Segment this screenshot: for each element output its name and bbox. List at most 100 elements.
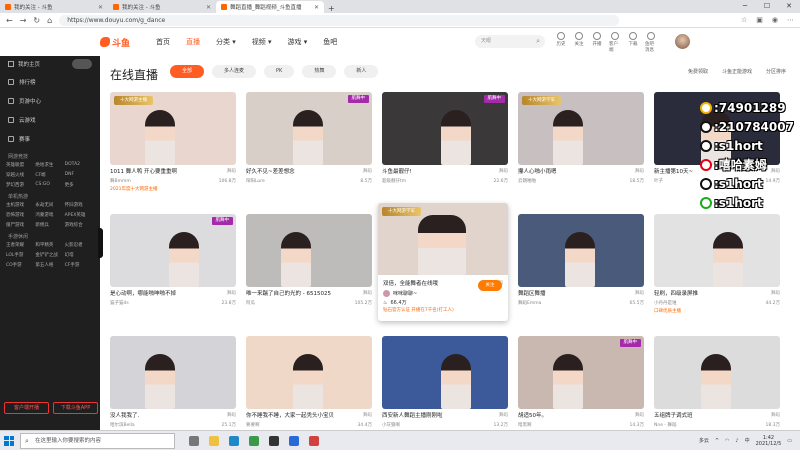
stream-title[interactable]: 攥人心啪小雨嗯 xyxy=(518,166,557,177)
stream-thumbnail[interactable] xyxy=(518,214,644,287)
sidebar-item-cloudgame[interactable]: 云游戏 xyxy=(0,110,100,129)
history-icon[interactable]: 历史 xyxy=(555,32,567,53)
sidebar-category-link[interactable]: 梦幻西游 xyxy=(6,182,35,188)
filter-chip[interactable]: 全部 xyxy=(170,65,205,78)
client-live-button[interactable]: 客户端开播 xyxy=(4,402,49,414)
download-app-button[interactable]: 下载斗鱼APP xyxy=(53,402,98,414)
sidebar-item-rank[interactable]: 排行榜 xyxy=(0,72,100,91)
task-icon[interactable]: 客户端 xyxy=(609,32,621,53)
sidebar-category-link[interactable]: 和平精英 xyxy=(35,242,64,248)
anchor-name[interactable]: 云朗啪啪 xyxy=(518,177,536,186)
sidebar-category-link[interactable]: 僵尸游戏 xyxy=(6,222,35,228)
follow-icon[interactable]: 关注 xyxy=(573,32,585,53)
positive-game-link[interactable]: 斗鱼正能游戏 xyxy=(722,68,752,75)
sidebar-category-link[interactable]: DNF xyxy=(65,172,94,178)
anchor-name[interactable]: 哈尔滨Bella xyxy=(110,421,135,430)
sidebar-category-link[interactable]: LOL手游 xyxy=(6,252,35,258)
sidebar-section-title[interactable]: 单机热游 xyxy=(0,191,100,202)
windows-start-icon[interactable] xyxy=(4,435,14,446)
browser-tab[interactable]: 我的关注 - 斗鱼 ✕ xyxy=(108,1,216,13)
sidebar-category-link[interactable]: 主机游戏 xyxy=(6,202,35,208)
anchor-name[interactable]: 舞Bmmm xyxy=(110,177,131,186)
sidebar-category-link[interactable]: 幻塔 xyxy=(65,252,94,258)
weather-text[interactable]: 多云 xyxy=(699,437,709,444)
anchor-name[interactable]: 阿瓜 xyxy=(246,299,255,308)
nav-home[interactable]: 首页 xyxy=(156,37,170,47)
obs-icon[interactable] xyxy=(269,435,279,446)
clock[interactable]: 1:42 2021/12/5 xyxy=(756,435,782,447)
stream-title[interactable]: 是心动啊，哪能啪呻啪不掉 xyxy=(110,288,176,299)
stream-title[interactable]: 五组牌子调式班 xyxy=(654,410,693,421)
new-tab-button[interactable]: + xyxy=(324,4,339,13)
stream-title[interactable]: 1011 舞人鸭 开心要重重啊 xyxy=(110,166,177,177)
stream-thumbnail[interactable] xyxy=(246,214,372,287)
volume-icon[interactable]: ♪ xyxy=(735,438,738,444)
anchor-name[interactable]: 小丹丹是谁 xyxy=(654,299,677,308)
filter-chip[interactable]: 新人 xyxy=(344,65,379,78)
stream-title[interactable]: 唯一来踹了自己的光的 - 6515025 xyxy=(246,288,331,299)
stream-thumbnail[interactable] xyxy=(654,214,780,287)
close-tab-icon[interactable]: ✕ xyxy=(206,4,211,11)
collections-icon[interactable]: ▣ xyxy=(756,16,763,24)
star-icon[interactable]: ☆ xyxy=(741,16,747,24)
live-icon[interactable]: 开播 xyxy=(591,32,603,53)
app-icon[interactable] xyxy=(309,435,319,446)
sidebar-category-link[interactable]: 鸿蒙游戏 xyxy=(35,212,64,218)
stream-card[interactable]: 肌舞中 斗鱼最靓仔! 舞蹈 超级靓仔tm 22.6万 xyxy=(382,92,508,206)
ime-indicator[interactable]: 中 xyxy=(745,437,750,444)
stream-thumbnail[interactable]: 十大网游学军 xyxy=(378,203,508,275)
task-view-icon[interactable] xyxy=(189,435,199,446)
free-claim-link[interactable]: 免费领取 xyxy=(688,68,708,75)
sidebar-category-link[interactable]: 永劫无间 xyxy=(35,202,64,208)
stream-title[interactable]: 你不睡我不睡，大家一起秃头小宝贝 xyxy=(246,410,334,421)
douyu-logo[interactable]: 斗鱼 xyxy=(100,35,140,49)
more-icon[interactable]: ⋯ xyxy=(787,16,794,24)
filter-chip[interactable]: 多人连麦 xyxy=(212,65,257,78)
up-arrow-icon[interactable]: ^ xyxy=(715,438,719,444)
nav-category[interactable]: 分类 ▾ xyxy=(216,37,236,47)
forward-icon[interactable]: → xyxy=(20,16,27,25)
stream-thumbnail[interactable] xyxy=(654,336,780,409)
minimize-icon[interactable]: ─ xyxy=(734,0,756,13)
sidebar-category-link[interactable]: 第五人格 xyxy=(35,262,64,268)
sidebar-category-link[interactable]: CS:GO xyxy=(35,182,64,188)
sidebar-section-title[interactable]: 手游休闲 xyxy=(0,231,100,242)
stream-thumbnail[interactable] xyxy=(110,336,236,409)
browser-tab-active[interactable]: 舞蹈直播_舞蹈视频_斗鱼直播 ✕ xyxy=(216,1,324,13)
stream-thumbnail[interactable]: 十大网游学军 xyxy=(518,92,644,165)
chrome-icon[interactable] xyxy=(249,435,259,446)
user-avatar[interactable] xyxy=(675,34,690,49)
sidebar-section-title[interactable]: 网游竞技 xyxy=(0,151,100,162)
stream-thumbnail[interactable]: 十大网游主播 xyxy=(110,92,236,165)
sidebar-category-link[interactable]: 怀旧游戏 xyxy=(65,202,94,208)
browser-tab[interactable]: 我的关注 - 斗鱼 ✕ xyxy=(0,1,108,13)
stream-title[interactable]: 西安新人舞蹈主播刚刚啦 xyxy=(382,410,443,421)
taskbar-search-input[interactable]: ⌕ 在这里输入你要搜索的内容 xyxy=(20,432,175,449)
anchor-name[interactable]: 超级靓仔tm xyxy=(382,177,406,186)
refresh-icon[interactable]: ↻ xyxy=(33,16,40,25)
anchor-name[interactable]: 叶子 xyxy=(654,177,663,186)
stream-title[interactable]: 斗鱼最靓仔! xyxy=(382,166,412,177)
stream-thumbnail[interactable]: 肌舞中 xyxy=(110,214,236,287)
sidebar-category-link[interactable]: 王者荣耀 xyxy=(6,242,35,248)
search-input[interactable]: 天眼 ⌕ xyxy=(475,35,545,48)
close-tab-icon[interactable]: ✕ xyxy=(98,4,103,11)
sidebar-category-link[interactable]: 火影忍者 xyxy=(65,242,94,248)
sidebar-category-link[interactable]: 穿越火线 xyxy=(6,172,35,178)
nav-video[interactable]: 视频 ▾ xyxy=(252,37,272,47)
home-icon[interactable]: ⌂ xyxy=(47,16,52,25)
filter-chip[interactable]: PK xyxy=(264,65,295,78)
sidebar-collapse-handle[interactable] xyxy=(98,228,103,258)
nav-live[interactable]: 直播 xyxy=(186,37,200,47)
stream-card[interactable]: 轻刷，四级录屏推 舞蹈 小丹丹是谁 44.2万 口碑优质主播 xyxy=(654,214,780,328)
nav-game[interactable]: 游戏 ▾ xyxy=(288,37,308,47)
anchor-name[interactable]: Nne - 舞蹈 xyxy=(654,421,676,430)
sidebar-category-link[interactable]: 新佣兵 xyxy=(35,222,64,228)
profile-icon[interactable]: ◉ xyxy=(772,16,778,24)
sidebar-item-events[interactable]: 赛事 xyxy=(0,129,100,148)
sidebar-category-link[interactable]: 更多 xyxy=(65,182,94,188)
search-icon[interactable]: ⌕ xyxy=(536,35,540,48)
gift-icon[interactable]: 下载 xyxy=(627,32,639,53)
network-icon[interactable]: ◠ xyxy=(725,438,729,444)
maximize-icon[interactable]: ☐ xyxy=(756,0,778,13)
